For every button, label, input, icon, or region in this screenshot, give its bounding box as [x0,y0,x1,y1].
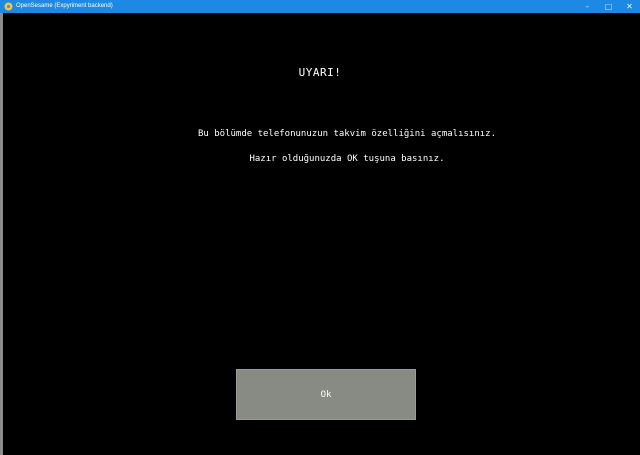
maximize-icon[interactable]: □ [598,0,619,13]
ok-button-label: Ok [320,389,332,400]
app-window: OpenSesame (Expyriment backend) – □ ✕ UY… [0,0,640,455]
window-controls: – □ ✕ [577,0,640,13]
window-title: OpenSesame (Expyriment backend) [16,3,113,9]
instruction-line-2: Hazır olduğunuzda OK tuşuna basınız. [249,154,445,164]
minimize-icon[interactable]: – [577,0,598,13]
ok-button[interactable]: Ok [236,369,416,420]
title-bar[interactable]: OpenSesame (Expyriment backend) – □ ✕ [0,0,640,13]
warning-heading: UYARI! [298,66,342,79]
instruction-line-1: Bu bölümde telefonunuzun takvim özelliği… [197,129,496,139]
opensesame-app-icon [4,2,13,11]
close-icon[interactable]: ✕ [619,0,640,13]
window-left-border [0,13,3,455]
